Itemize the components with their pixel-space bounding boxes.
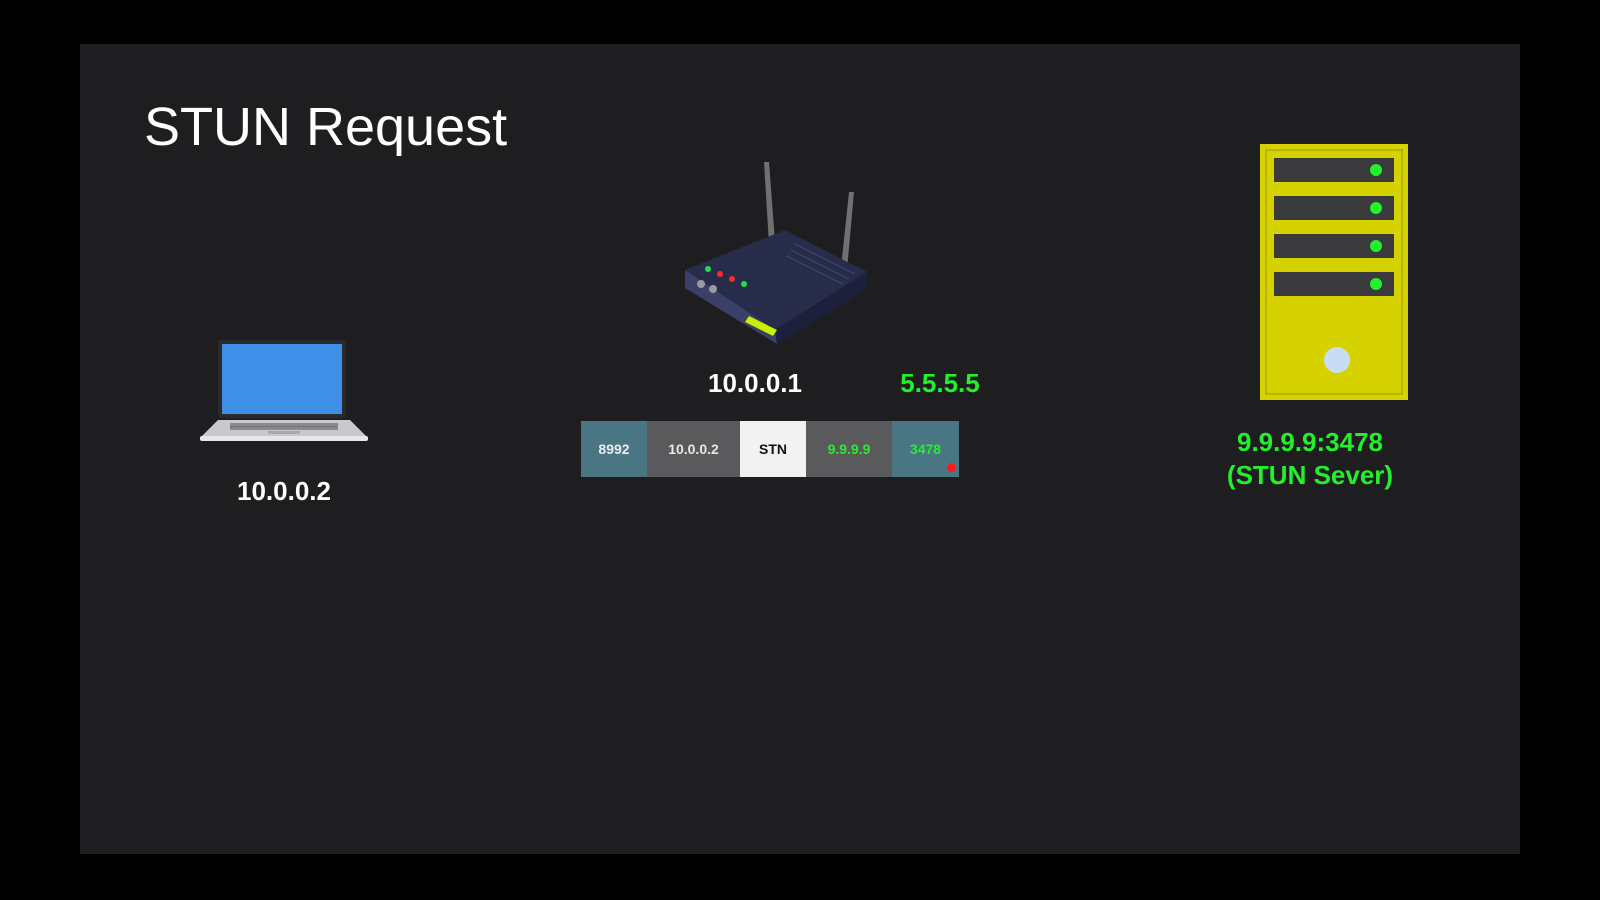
- router-icon: [685, 162, 867, 344]
- server-label: 9.9.9.9:3478 (STUN Sever): [1190, 426, 1430, 492]
- server-role: (STUN Sever): [1226, 460, 1394, 490]
- stun-packet: 8992 10.0.0.2 STN 9.9.9.9 3478: [581, 421, 959, 477]
- server-icon: [1260, 144, 1408, 400]
- packet-destination-port: 3478: [892, 421, 959, 477]
- server-address: 9.9.9.9:3478: [1236, 427, 1383, 457]
- laptop-ip-label: 10.0.0.2: [237, 476, 331, 506]
- slide-title: STUN Request: [144, 97, 508, 157]
- packet-source-port: 8992: [581, 421, 647, 477]
- packet-payload: STN: [740, 421, 806, 477]
- router-private-ip-label: 10.0.0.1: [708, 368, 802, 398]
- packet-destination-ip: 9.9.9.9: [806, 421, 892, 477]
- router-public-ip-label: 5.5.5.5: [900, 368, 980, 398]
- slide-canvas: STUN Request 10.0.0.2 10.0.0.1 5.5.5.5 8…: [80, 44, 1520, 854]
- packet-destination-port-text: 3478: [909, 441, 942, 457]
- red-dot-icon: [947, 463, 956, 472]
- packet-source-ip: 10.0.0.2: [647, 421, 740, 477]
- laptop-icon: [200, 340, 368, 441]
